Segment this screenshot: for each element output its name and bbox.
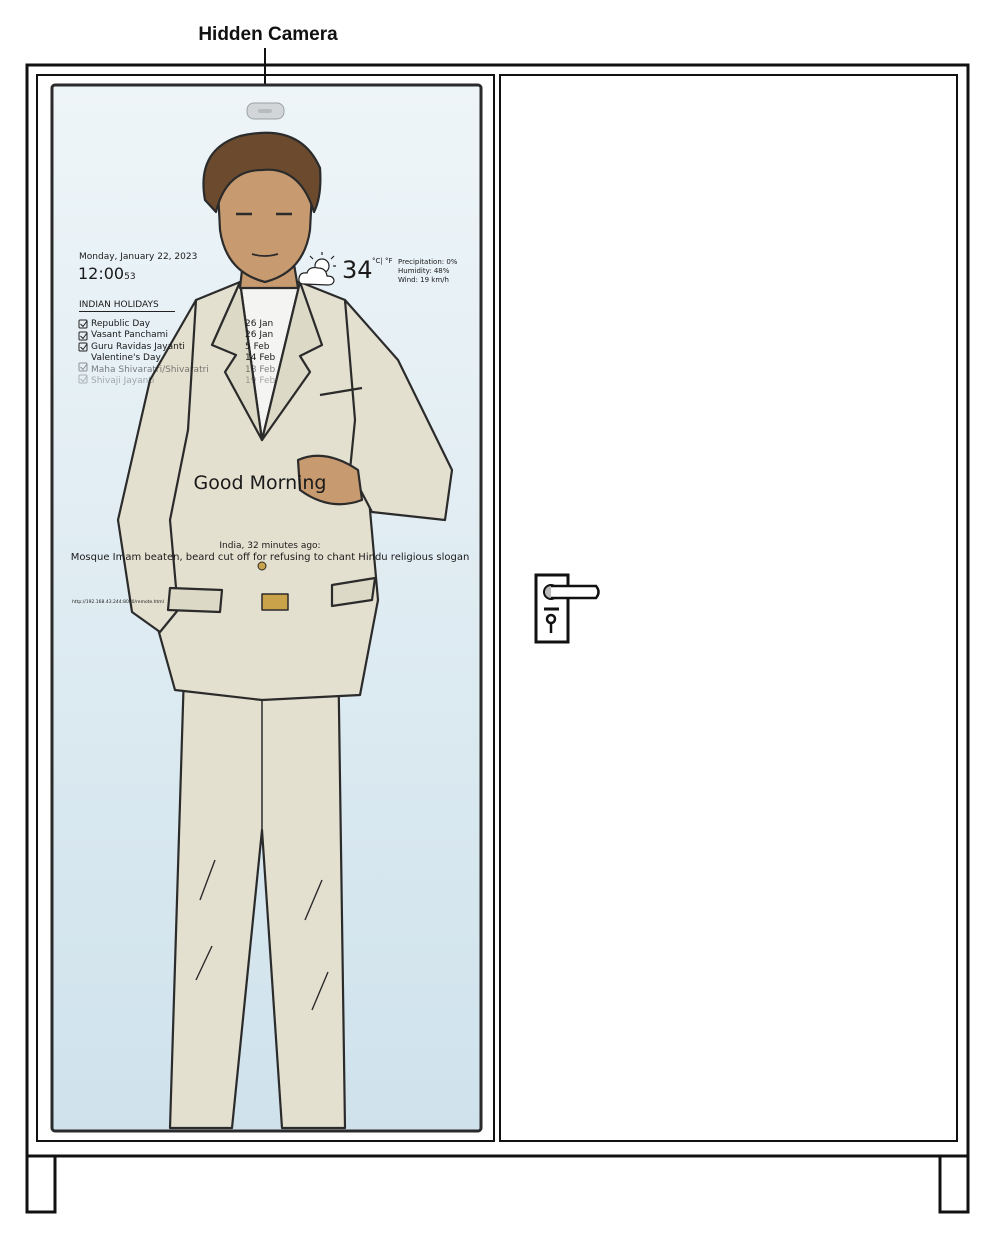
temperature-value: 34 [342, 256, 373, 284]
holiday-name: Shivaji Jayanti [91, 375, 155, 386]
holiday-date: 18 Feb [245, 364, 276, 375]
list-item: Republic Day 26 Jan [79, 319, 279, 330]
hidden-camera-icon [246, 102, 285, 120]
news-headline: Mosque Imam beaten, beard cut off for re… [70, 552, 470, 563]
holidays-title: INDIAN HOLIDAYS [79, 300, 175, 312]
remote-url: http://192.168.43.244:8080/remote.html [72, 600, 164, 605]
holiday-date: 14 Feb [245, 353, 276, 364]
holiday-date: 26 Jan [245, 330, 274, 341]
holiday-list: Republic Day 26 Jan Vasant Panchami 26 J… [79, 319, 279, 387]
date-display: Monday, January 22, 2023 [79, 252, 198, 262]
wind-text: Wind: 19 km/h [398, 276, 449, 284]
clock-display: 12:0053 [78, 264, 136, 283]
humidity-text: Humidity: 48% [398, 267, 450, 275]
holiday-date: 26 Jan [245, 319, 274, 329]
clock-time: 12:00 [78, 264, 125, 283]
hidden-camera-label: Hidden Camera [198, 24, 338, 45]
door-handle-icon[interactable] [534, 573, 600, 644]
list-item: Shivaji Jayanti 19 Feb [79, 376, 279, 387]
temperature-units: °C| °F [372, 257, 393, 265]
holiday-name: Valentine's Day [91, 353, 161, 364]
precipitation-text: Precipitation: 0% [398, 258, 458, 266]
holiday-name: Vasant Panchami [91, 330, 168, 341]
wardrobe-diagram [25, 48, 970, 1214]
list-item: Valentine's Day 14 Feb [79, 353, 279, 364]
weather-details: Precipitation: 0% Humidity: 48% Wind: 19… [398, 258, 457, 285]
holiday-name: Republic Day [91, 319, 151, 329]
left-leg [25, 1154, 57, 1214]
greeting-text: Good Morning [193, 472, 327, 494]
holiday-name: Maha Shivaratri/Shivaratri [91, 364, 209, 375]
holiday-date: 5 Feb [245, 341, 270, 352]
list-item: Guru Ravidas Jayanti 5 Feb [79, 342, 279, 353]
list-item: Maha Shivaratri/Shivaratri 18 Feb [79, 365, 279, 376]
holiday-date: 19 Feb [245, 375, 276, 386]
news-source: India, 32 minutes ago: [219, 541, 321, 551]
right-leg [938, 1154, 970, 1214]
list-item: Vasant Panchami 26 Jan [79, 330, 279, 341]
clock-seconds: 53 [124, 272, 136, 282]
holiday-name: Guru Ravidas Jayanti [91, 341, 185, 352]
